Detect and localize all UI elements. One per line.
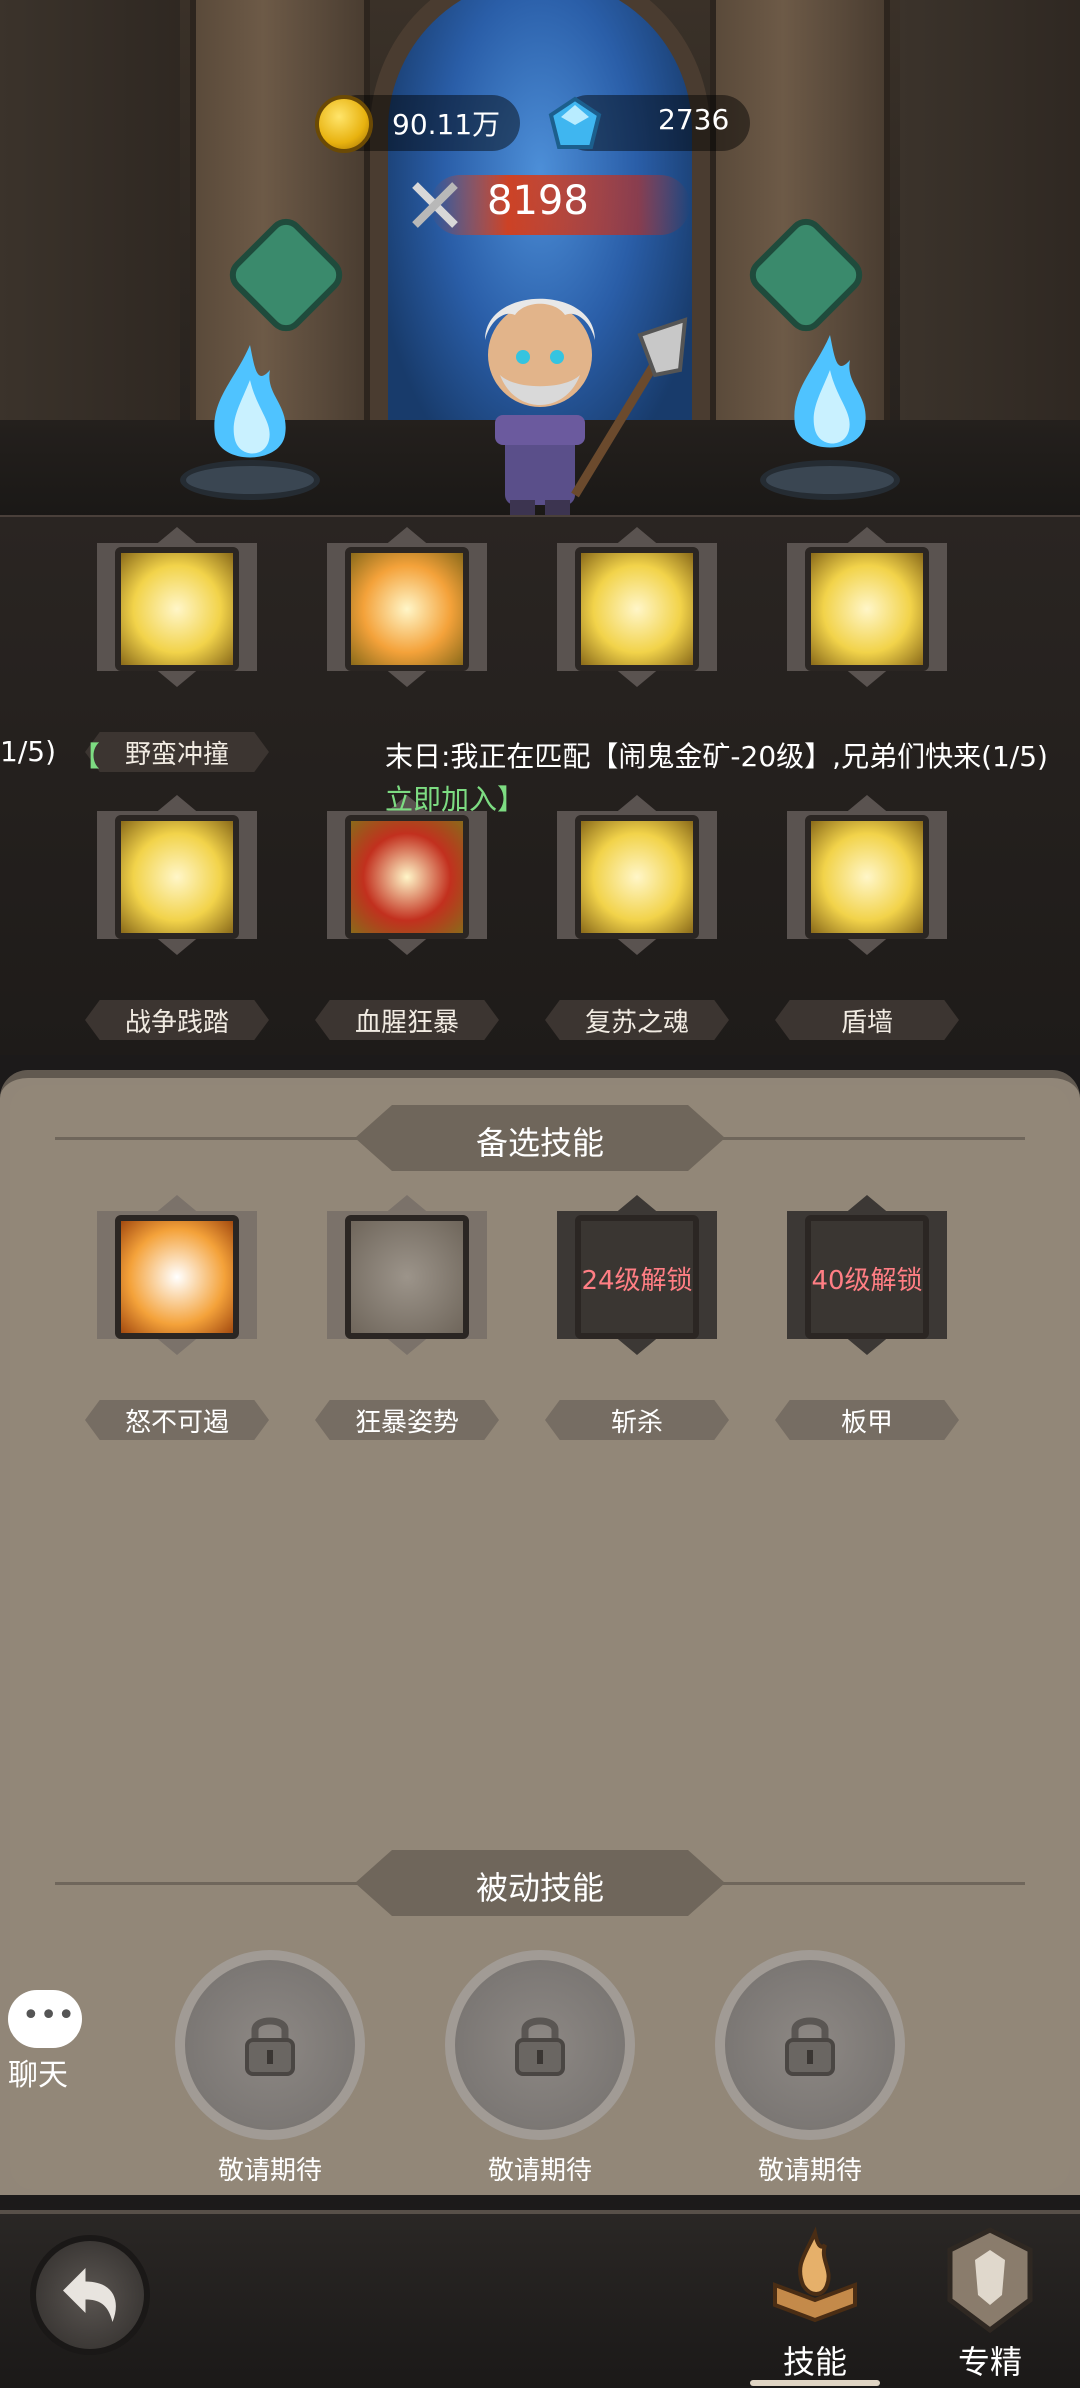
skill-label: 野蛮冲撞 [124, 740, 229, 770]
passive-skills-title: 被动技能 [475, 1869, 604, 1907]
hero-scene: 90.11万 2736 8198 [0, 0, 1080, 515]
skill-label: 斩杀 [610, 1408, 663, 1438]
crossed-swords-icon [345, 1215, 469, 1339]
skill-label: 盾墙 [840, 1008, 893, 1038]
passive-skill-slot[interactable]: 敬请期待 [150, 1950, 370, 2186]
back-arrow-icon [63, 2268, 116, 2322]
alternate-skill-slot[interactable]: 40级解锁 板甲 [767, 1195, 967, 1440]
equipped-skill-slot[interactable]: 血腥狂暴 [307, 795, 507, 1040]
alternate-skills-title: 备选技能 [475, 1124, 604, 1162]
mastery-crest-icon [947, 2227, 1033, 2334]
chat-ticker-left: 1/5) [0, 735, 56, 768]
gem-amount: 2736 [658, 103, 730, 136]
coming-soon-label: 敬请期待 [757, 2156, 862, 2186]
unlock-level-text: 24级解锁 [581, 1266, 693, 1296]
left-wall [0, 0, 180, 420]
blue-flame-icon [794, 335, 866, 448]
skill-book-icon [773, 2226, 857, 2323]
skill-label: 狂暴姿势 [354, 1408, 459, 1438]
coming-soon-label: 敬请期待 [487, 2156, 592, 2186]
crossed-swords-icon [412, 182, 458, 228]
axe-charge-icon [115, 547, 239, 671]
equipped-skill-slot[interactable]: 战争践踏 [77, 795, 277, 1040]
skill-label: 怒不可遏 [124, 1408, 229, 1438]
combat-power: 8198 [487, 178, 589, 224]
padlock-icon [785, 2017, 835, 2076]
skull-rage-icon [345, 815, 469, 939]
chat-button-label[interactable]: 聊天 [8, 2050, 68, 2094]
equipped-skill-slot[interactable] [537, 527, 737, 757]
passive-skill-slot[interactable]: 敬请期待 [690, 1950, 910, 2186]
unlock-level-text: 40级解锁 [811, 1266, 923, 1296]
skill-label: 复苏之魂 [584, 1008, 689, 1038]
right-wall [900, 0, 1080, 420]
equipped-skill-slot[interactable]: 盾墙 [767, 795, 967, 1040]
skill-label: 板甲 [840, 1408, 893, 1438]
blade-strike-icon [575, 547, 699, 671]
join-now-link[interactable]: 立即加入】 [385, 778, 525, 818]
shield-wall-icon [805, 815, 929, 939]
gold-amount: 90.11万 [392, 108, 501, 141]
alternate-skill-slot[interactable]: 狂暴姿势 [307, 1195, 507, 1440]
tab-mastery-label: 专精 [957, 2343, 1022, 2381]
tab-mastery[interactable]: 专精 [915, 2225, 1065, 2385]
gold-coin-icon [315, 95, 373, 153]
war-stomp-icon [115, 815, 239, 939]
coming-soon-label: 敬请期待 [217, 2156, 322, 2186]
fury-icon [115, 1215, 239, 1339]
revive-soul-icon [575, 815, 699, 939]
equipped-skill-slot[interactable] [767, 527, 967, 757]
alternate-skill-slot[interactable]: 24级解锁 斩杀 [537, 1195, 737, 1440]
equipped-skill-slot[interactable]: 复苏之魂 [537, 795, 737, 1040]
tab-skills-label: 技能 [782, 2343, 847, 2381]
equipped-skill-slot[interactable]: 野蛮冲撞 [77, 527, 277, 772]
skill-label: 血腥狂暴 [354, 1008, 459, 1038]
chat-ticker-message: 末日:我正在匹配【闹鬼金矿-20级】,兄弟们快来(1/5) [385, 740, 1048, 773]
blue-flame-icon [214, 345, 286, 458]
equipped-skill-slot[interactable] [307, 527, 507, 757]
passive-skill-slot[interactable]: 敬请期待 [420, 1950, 640, 2186]
padlock-icon [245, 2017, 295, 2076]
cleave-icon [345, 547, 469, 671]
chat-ticker-bracket: 【 [72, 740, 101, 773]
chat-dots: ••• [22, 1998, 76, 2033]
skill-label: 战争践踏 [124, 1008, 229, 1038]
battle-cry-icon [805, 547, 929, 671]
tab-skills[interactable]: 技能 [740, 2225, 890, 2386]
back-button[interactable] [30, 2235, 150, 2355]
hero-character[interactable] [425, 265, 705, 515]
alternate-skill-slot[interactable]: 怒不可遏 [77, 1195, 277, 1440]
blue-gem-icon [548, 96, 602, 149]
padlock-icon [515, 2017, 565, 2076]
active-tab-indicator [750, 2380, 880, 2386]
rune-icon [222, 211, 350, 339]
rune-icon [742, 211, 870, 339]
